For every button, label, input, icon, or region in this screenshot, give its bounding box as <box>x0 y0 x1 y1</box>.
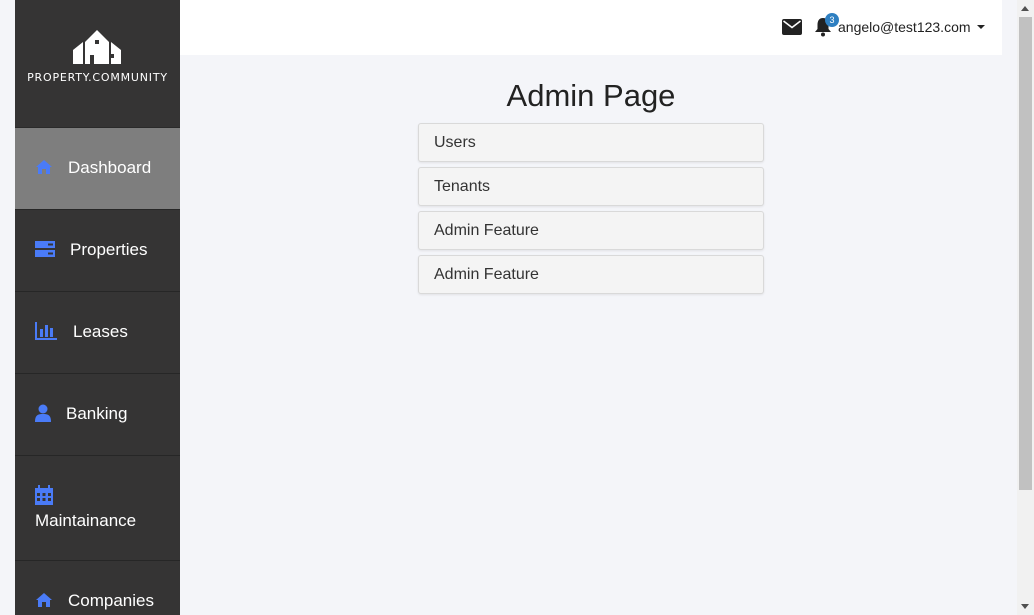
admin-item-feature[interactable]: Admin Feature <box>418 211 764 250</box>
brand-logo[interactable]: PROPERTY.COMMUNITY <box>15 0 180 128</box>
sidebar-item-banking[interactable]: Banking <box>15 374 180 456</box>
vertical-scrollbar[interactable] <box>1017 0 1034 615</box>
notification-count-badge: 3 <box>825 13 839 27</box>
user-icon <box>35 404 51 422</box>
sidebar-item-label: Maintainance <box>35 511 137 530</box>
sidebar-item-maintainance[interactable]: Maintainance <box>15 456 180 561</box>
server-icon <box>35 241 55 257</box>
page-title: Admin Page <box>506 78 676 113</box>
sidebar-item-companies[interactable]: Companies <box>15 561 180 615</box>
sidebar-item-label: Properties <box>70 240 148 259</box>
scrollbar-thumb[interactable] <box>1019 17 1032 490</box>
calendar-icon <box>35 485 53 505</box>
admin-item-tenants[interactable]: Tenants <box>418 167 764 206</box>
admin-item-feature[interactable]: Admin Feature <box>418 255 764 294</box>
sidebar: PROPERTY.COMMUNITY Dashboard Properties <box>15 0 180 615</box>
sidebar-item-dashboard[interactable]: Dashboard <box>15 128 180 210</box>
user-account-dropdown[interactable]: angelo@test123.com <box>838 19 985 37</box>
home-icon <box>36 593 52 607</box>
app-window: PROPERTY.COMMUNITY Dashboard Properties <box>0 0 1034 615</box>
user-email: angelo@test123.com <box>838 19 971 35</box>
sidebar-item-label: Companies <box>68 591 154 610</box>
sidebar-item-label: Dashboard <box>68 158 152 177</box>
bar-chart-icon <box>35 322 57 340</box>
home-icon <box>36 160 52 174</box>
sidebar-item-leases[interactable]: Leases <box>15 292 180 374</box>
sidebar-item-properties[interactable]: Properties <box>15 210 180 292</box>
envelope-icon[interactable] <box>782 19 802 35</box>
admin-feature-list: Users Tenants Admin Feature Admin Featur… <box>418 123 764 299</box>
sidebar-item-label: Leases <box>73 322 128 341</box>
scroll-down-arrow-icon[interactable] <box>1021 604 1029 609</box>
brand-name: PROPERTY.COMMUNITY <box>27 71 168 84</box>
top-navbar: 3 angelo@test123.com <box>180 0 1002 55</box>
house-logo-icon <box>73 30 121 64</box>
admin-item-users[interactable]: Users <box>418 123 764 162</box>
scroll-up-arrow-icon[interactable] <box>1021 6 1029 11</box>
sidebar-item-label: Banking <box>66 404 128 423</box>
caret-down-icon <box>976 25 985 29</box>
